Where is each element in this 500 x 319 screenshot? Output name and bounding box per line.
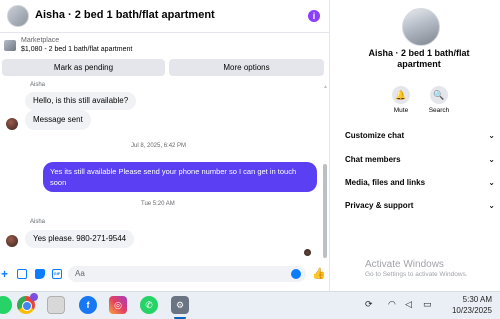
chat-pane: Aisha · 2 bed 1 bath/flat apartment i Ma…	[0, 0, 330, 291]
profile-avatar[interactable]	[402, 8, 440, 46]
info-icon[interactable]: i	[308, 10, 320, 22]
chevron-down-icon: ⌄	[488, 201, 495, 210]
marketplace-label: Marketplace	[21, 37, 60, 44]
mute-label: Mute	[393, 107, 409, 114]
plus-icon[interactable]: +	[1, 268, 11, 280]
sender-avatar[interactable]	[6, 118, 18, 130]
mail-icon[interactable]	[47, 296, 65, 314]
thumbs-up-icon[interactable]: 👍	[312, 267, 326, 280]
sender-name: Aisha	[30, 219, 46, 225]
chevron-down-icon: ⌄	[488, 178, 495, 187]
message-list: Aisha Hello, is this still available? Me…	[0, 82, 322, 264]
wifi-icon[interactable]: ◠	[388, 299, 396, 310]
watermark-subtitle: Go to Settings to activate Windows.	[365, 271, 468, 278]
section-label: Customize chat	[345, 131, 405, 140]
instagram-icon[interactable]: ◎	[109, 296, 127, 314]
message-input[interactable]: Aa	[68, 266, 306, 282]
listing-title[interactable]: $1,080 - 2 bed 1 bath/flat apartment	[21, 46, 132, 53]
section-customize-chat[interactable]: Customize chat ⌄	[345, 131, 495, 145]
settings-gear-icon[interactable]: ⚙	[171, 296, 189, 314]
chevron-down-icon: ⌄	[488, 131, 495, 140]
sticker-icon[interactable]	[35, 269, 45, 279]
outgoing-message[interactable]: Yes its still available Please send your…	[43, 162, 317, 192]
whatsapp-icon[interactable]: ✆	[140, 296, 158, 314]
more-options-button[interactable]: More options	[169, 59, 324, 76]
sender-avatar[interactable]	[6, 235, 18, 247]
incoming-message[interactable]: Message sent	[25, 110, 91, 130]
taskbar: f ◎ ✆ ⚙ ⟳ ◠ ◁ ▭ 5:30 AM 10/23/2025	[0, 291, 500, 319]
sync-icon[interactable]: ⟳	[365, 299, 373, 310]
message-scrollbar[interactable]: ▲	[322, 84, 328, 264]
bell-icon: 🔔	[392, 86, 410, 104]
chat-header: Aisha · 2 bed 1 bath/flat apartment i	[0, 0, 330, 33]
conversation-title[interactable]: Aisha · 2 bed 1 bath/flat apartment	[35, 9, 215, 21]
gif-icon[interactable]: GIF	[52, 269, 62, 279]
incoming-message[interactable]: Yes please. 980-271-9544	[25, 230, 135, 248]
marketplace-banner: Marketplace $1,080 - 2 bed 1 bath/flat a…	[0, 34, 330, 84]
mute-button[interactable]: 🔔 Mute	[383, 86, 419, 114]
section-label: Media, files and links	[345, 178, 426, 187]
activate-windows-watermark: Activate Windows Go to Settings to activ…	[365, 259, 468, 278]
sender-name: Aisha	[30, 82, 46, 88]
clock-time: 5:30 AM	[462, 295, 492, 304]
section-label: Privacy & support	[345, 201, 414, 210]
incoming-message[interactable]: Hello, is this still available?	[25, 92, 137, 110]
scrollbar-thumb[interactable]	[323, 164, 327, 258]
message-timestamp: Jul 8, 2025, 6:42 PM	[131, 143, 187, 149]
message-timestamp: Tue 5:20 AM	[141, 201, 175, 207]
details-pane: Aisha · 2 bed 1 bath/flat apartment 🔔 Mu…	[338, 0, 500, 291]
battery-icon[interactable]: ▭	[423, 299, 432, 310]
search-button[interactable]: 🔍 Search	[421, 86, 457, 114]
search-icon: 🔍	[430, 86, 448, 104]
section-chat-members[interactable]: Chat members ⌄	[345, 155, 495, 169]
system-clock[interactable]: 5:30 AM 10/23/2025	[452, 294, 492, 316]
image-icon[interactable]	[17, 269, 27, 279]
whatsapp-icon[interactable]	[0, 296, 12, 314]
listing-thumbnail[interactable]	[4, 40, 16, 51]
clock-date: 10/23/2025	[451, 306, 492, 315]
conversation-name: Aisha · 2 bed 1 bath/flat apartment	[368, 48, 470, 69]
facebook-icon[interactable]: f	[79, 296, 97, 314]
messenger-window: Aisha · 2 bed 1 bath/flat apartment i Ma…	[0, 0, 500, 291]
profile-badge-icon	[30, 293, 38, 301]
emoji-icon[interactable]	[291, 269, 301, 279]
watermark-title: Activate Windows	[365, 259, 444, 270]
mark-as-pending-button[interactable]: Mark as pending	[2, 59, 165, 76]
section-label: Chat members	[345, 155, 401, 164]
conversation-avatar[interactable]	[7, 5, 29, 27]
section-privacy-support[interactable]: Privacy & support ⌄	[345, 201, 495, 215]
scroll-up-icon[interactable]: ▲	[323, 84, 328, 90]
speaker-icon[interactable]: ◁	[405, 299, 412, 310]
read-receipt-avatar	[304, 249, 311, 256]
chevron-down-icon: ⌄	[488, 155, 495, 164]
section-media-files-links[interactable]: Media, files and links ⌄	[345, 178, 495, 192]
composer-bar: + GIF Aa 👍	[0, 264, 330, 286]
search-label: Search	[428, 107, 450, 114]
